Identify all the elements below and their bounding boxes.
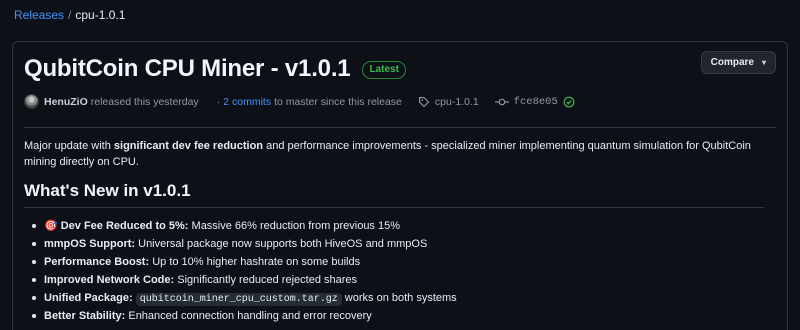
compare-label: Compare [710, 57, 754, 68]
commit-hash: fce8e05 [513, 95, 558, 108]
tag-label: cpu-1.0.1 [434, 95, 479, 108]
commits-suffix: to master since this release [274, 95, 402, 108]
chevron-down-icon: ▾ [761, 58, 766, 67]
feature-title: Better Stability: [44, 310, 126, 322]
feature-text: works on both systems [341, 292, 457, 304]
release-card: QubitCoin CPU Miner - v1.0.1 Latest Comp… [12, 41, 788, 330]
feature-text: Up to 10% higher hashrate on some builds [149, 256, 361, 268]
list-item: 🎯 Dev Fee Reduced to 5%: Massive 66% redu… [24, 217, 764, 235]
breadcrumb-separator: / [68, 8, 72, 22]
feature-text: Massive 66% reduction from previous 15% [188, 220, 401, 232]
divider [24, 127, 776, 128]
intro-text: Major update with [24, 140, 114, 152]
commit-link[interactable]: fce8e05 [494, 95, 580, 108]
title-row: QubitCoin CPU Miner - v1.0.1 Latest [24, 55, 406, 83]
compare-button[interactable]: Compare ▾ [700, 51, 776, 74]
list-item: Unified Package: qubitcoin_miner_cpu_cus… [24, 289, 764, 307]
feature-title: Performance Boost: [44, 256, 150, 268]
tag-link[interactable]: cpu-1.0.1 [418, 96, 479, 108]
releases-link[interactable]: Releases [14, 8, 64, 22]
meta-dot: · [216, 95, 221, 108]
list-item: Better Stability: Enhanced connection ha… [24, 307, 764, 325]
intro-bold: significant dev fee reduction [113, 140, 264, 152]
tag-icon [418, 96, 430, 107]
list-item: Improved Network Code: Significantly red… [24, 271, 764, 289]
author-link[interactable]: HenuZiO [44, 96, 88, 108]
check-circle-icon [563, 96, 575, 107]
commit-icon [494, 98, 509, 105]
released-text: released this yesterday [90, 95, 199, 108]
latest-badge: Latest [362, 61, 406, 79]
feature-title: Dev Fee Reduced to 5%: [60, 220, 189, 232]
release-notes: Major update with significant dev fee re… [24, 138, 764, 325]
dart-icon: 🎯 [44, 220, 58, 232]
breadcrumb-current: cpu-1.0.1 [75, 8, 126, 22]
list-item: mmpOS Support: Universal package now sup… [24, 235, 764, 253]
code-snippet: qubitcoin_miner_cpu_custom.tar.gz [135, 293, 342, 306]
avatar[interactable] [24, 94, 39, 109]
release-title[interactable]: QubitCoin CPU Miner - v1.0.1 [24, 55, 351, 83]
feature-text: Universal package now supports both Hive… [135, 238, 428, 250]
breadcrumb: Releases / cpu-1.0.1 [14, 8, 125, 22]
list-item: Performance Boost: Up to 10% higher hash… [24, 253, 764, 271]
release-intro: Major update with significant dev fee re… [24, 138, 764, 170]
feature-title: Improved Network Code: [44, 274, 175, 286]
commits-link[interactable]: 2 commits [223, 96, 271, 108]
feature-text: Significantly reduced rejected shares [174, 274, 358, 286]
release-meta: HenuZiO released this yesterday · 2 comm… [24, 94, 580, 109]
feature-title: mmpOS Support: [44, 238, 136, 250]
feature-list: 🎯 Dev Fee Reduced to 5%: Massive 66% redu… [24, 217, 764, 325]
section-heading: What's New in v1.0.1 [24, 182, 764, 208]
feature-title: Unified Package: [44, 292, 133, 304]
feature-text: Enhanced connection handling and error r… [125, 310, 372, 322]
